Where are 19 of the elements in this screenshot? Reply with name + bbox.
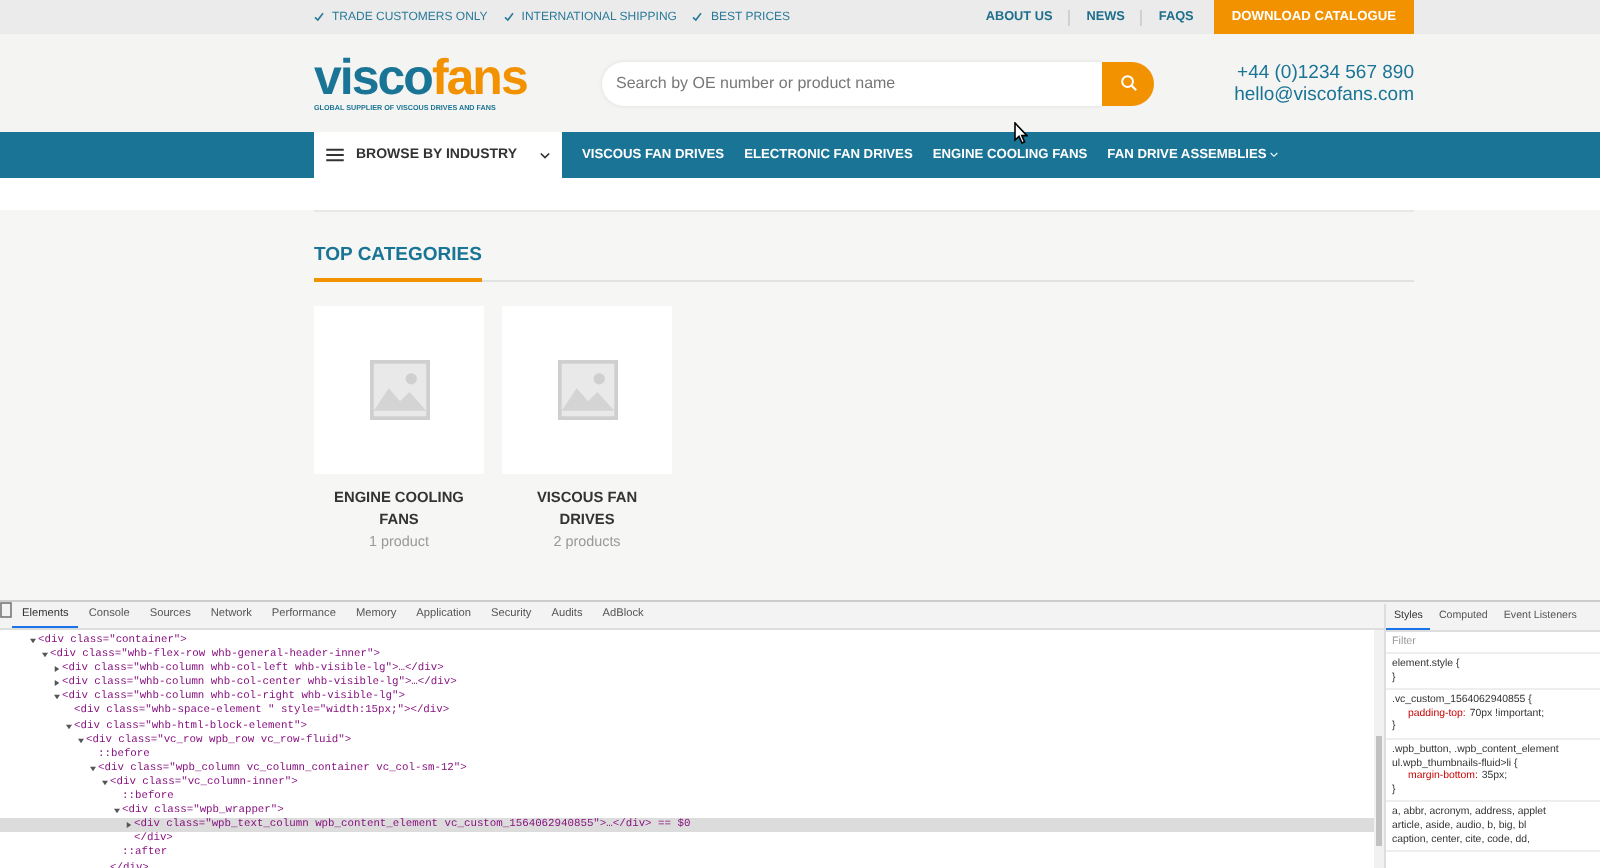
check-icon [314,12,324,22]
chevron-down-icon [540,151,550,159]
search-icon [1119,74,1137,92]
device-toolbar-icon[interactable] [0,602,12,618]
mouse-cursor-icon [1014,122,1028,144]
caret-down-icon [1270,152,1279,158]
section-title: TOP CATEGORIES [314,244,482,282]
image-placeholder-icon [557,360,617,420]
search-field[interactable]: Search by OE number or product name [602,61,1102,105]
expanded-triangle-icon[interactable] [114,808,120,815]
expanded-triangle-icon[interactable] [54,694,60,701]
menu-icon [326,148,344,162]
check-icon [503,12,514,22]
logo-wordmark: viscofans [314,55,529,99]
check-icon [692,12,703,22]
image-placeholder-icon [369,360,429,420]
phone-number: +44 (0)1234 567 890 [1237,61,1414,83]
collapsed-triangle-icon[interactable] [126,822,132,829]
email-address[interactable]: hello@viscofans.com [1234,83,1414,105]
